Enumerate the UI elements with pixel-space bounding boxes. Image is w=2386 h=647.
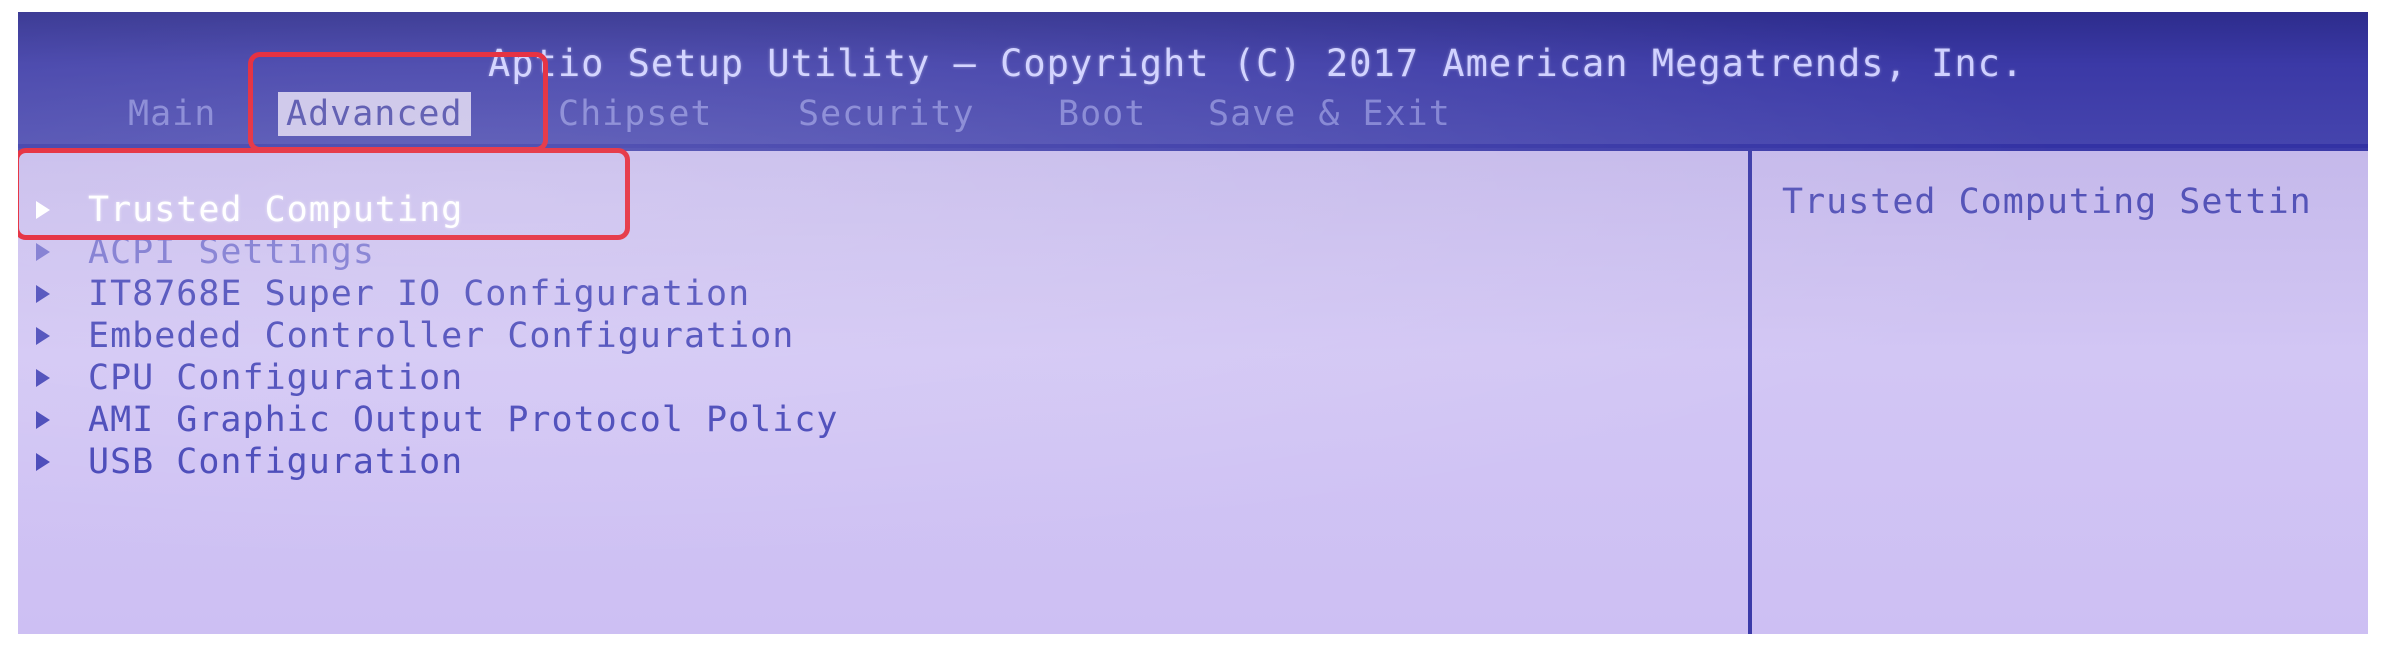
menu-item-graphic-output-protocol-policy[interactable]: AMI Graphic Output Protocol Policy [36,400,838,440]
trusted-computing-callout [18,148,630,240]
tab-boot[interactable]: Boot [1058,94,1146,134]
menu-item-embedded-controller-configuration[interactable]: Embeded Controller Configuration [36,316,794,356]
tab-save-exit[interactable]: Save & Exit [1208,94,1451,134]
advanced-tab-callout [248,52,548,152]
menu-item-label: CPU Configuration [88,358,464,398]
triangle-right-icon [36,285,50,303]
tab-chipset[interactable]: Chipset [558,94,713,134]
menu-item-label: Embeded Controller Configuration [88,316,795,356]
triangle-right-icon [36,369,50,387]
menu-item-label: AMI Graphic Output Protocol Policy [88,400,839,440]
triangle-right-icon [36,453,50,471]
menu-item-cpu-configuration[interactable]: CPU Configuration [36,358,463,398]
help-text: Trusted Computing Settin [1782,182,2312,222]
window-title: Aptio Setup Utility – Copyright (C) 2017… [488,42,2025,85]
menu-item-super-io-configuration[interactable]: IT8768E Super IO Configuration [36,274,750,314]
help-panel: Trusted Computing Settin [1752,148,2368,634]
tab-main[interactable]: Main [128,94,216,134]
menu-item-label: IT8768E Super IO Configuration [88,274,751,314]
triangle-right-icon [36,327,50,345]
tab-security[interactable]: Security [798,94,975,134]
bios-screen-photo: Aptio Setup Utility – Copyright (C) 2017… [18,12,2368,634]
triangle-right-icon [36,411,50,429]
menu-item-label: USB Configuration [88,442,464,482]
triangle-right-icon [36,243,50,261]
menu-item-usb-configuration[interactable]: USB Configuration [36,442,463,482]
